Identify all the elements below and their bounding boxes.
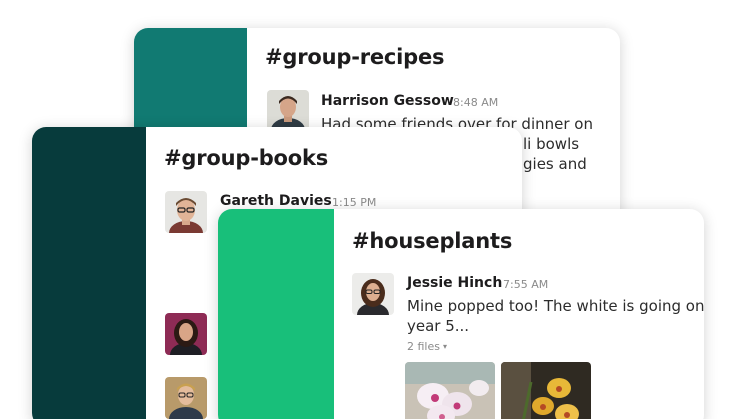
message-author[interactable]: Harrison Gessow — [321, 93, 454, 109]
attachment-image-orchid-yellow[interactable] — [501, 362, 591, 419]
channel-color-rail — [218, 209, 334, 419]
message-text-line-2: li bowls — [523, 135, 580, 153]
message-timestamp[interactable]: 8:48 AM — [453, 96, 498, 109]
message-author[interactable]: Jessie Hinch — [407, 275, 502, 291]
file-count-label: 2 files — [407, 340, 440, 353]
channel-name: #houseplants — [352, 229, 513, 253]
message-text-line-2: year 5... — [407, 317, 470, 335]
message-author[interactable]: Gareth Davies — [220, 193, 332, 209]
user-avatar[interactable] — [165, 377, 207, 419]
file-count-toggle[interactable]: 2 files ▾ — [407, 340, 447, 353]
message-timestamp[interactable]: 1:15 PM — [332, 196, 376, 209]
user-avatar-gareth-davies[interactable] — [165, 191, 207, 233]
channel-color-rail — [32, 127, 146, 419]
message-timestamp[interactable]: 7:55 AM — [503, 278, 548, 291]
user-avatar-harrison-gessow[interactable] — [267, 90, 309, 130]
message-text-line-3: gies and — [523, 155, 587, 173]
attachment-image-orchid-white[interactable] — [405, 362, 495, 419]
user-avatar-jessie-hinch[interactable] — [352, 273, 394, 315]
message-text-line-1: Mine popped too! The white is going on — [407, 297, 704, 315]
chevron-down-icon: ▾ — [442, 342, 447, 351]
channel-card-houseplants: #houseplants Jessie Hinch 7:55 AM Mine p… — [218, 209, 704, 419]
user-avatar[interactable] — [165, 313, 207, 355]
channel-name: #group-recipes — [265, 45, 445, 69]
channel-name: #group-books — [164, 146, 329, 170]
